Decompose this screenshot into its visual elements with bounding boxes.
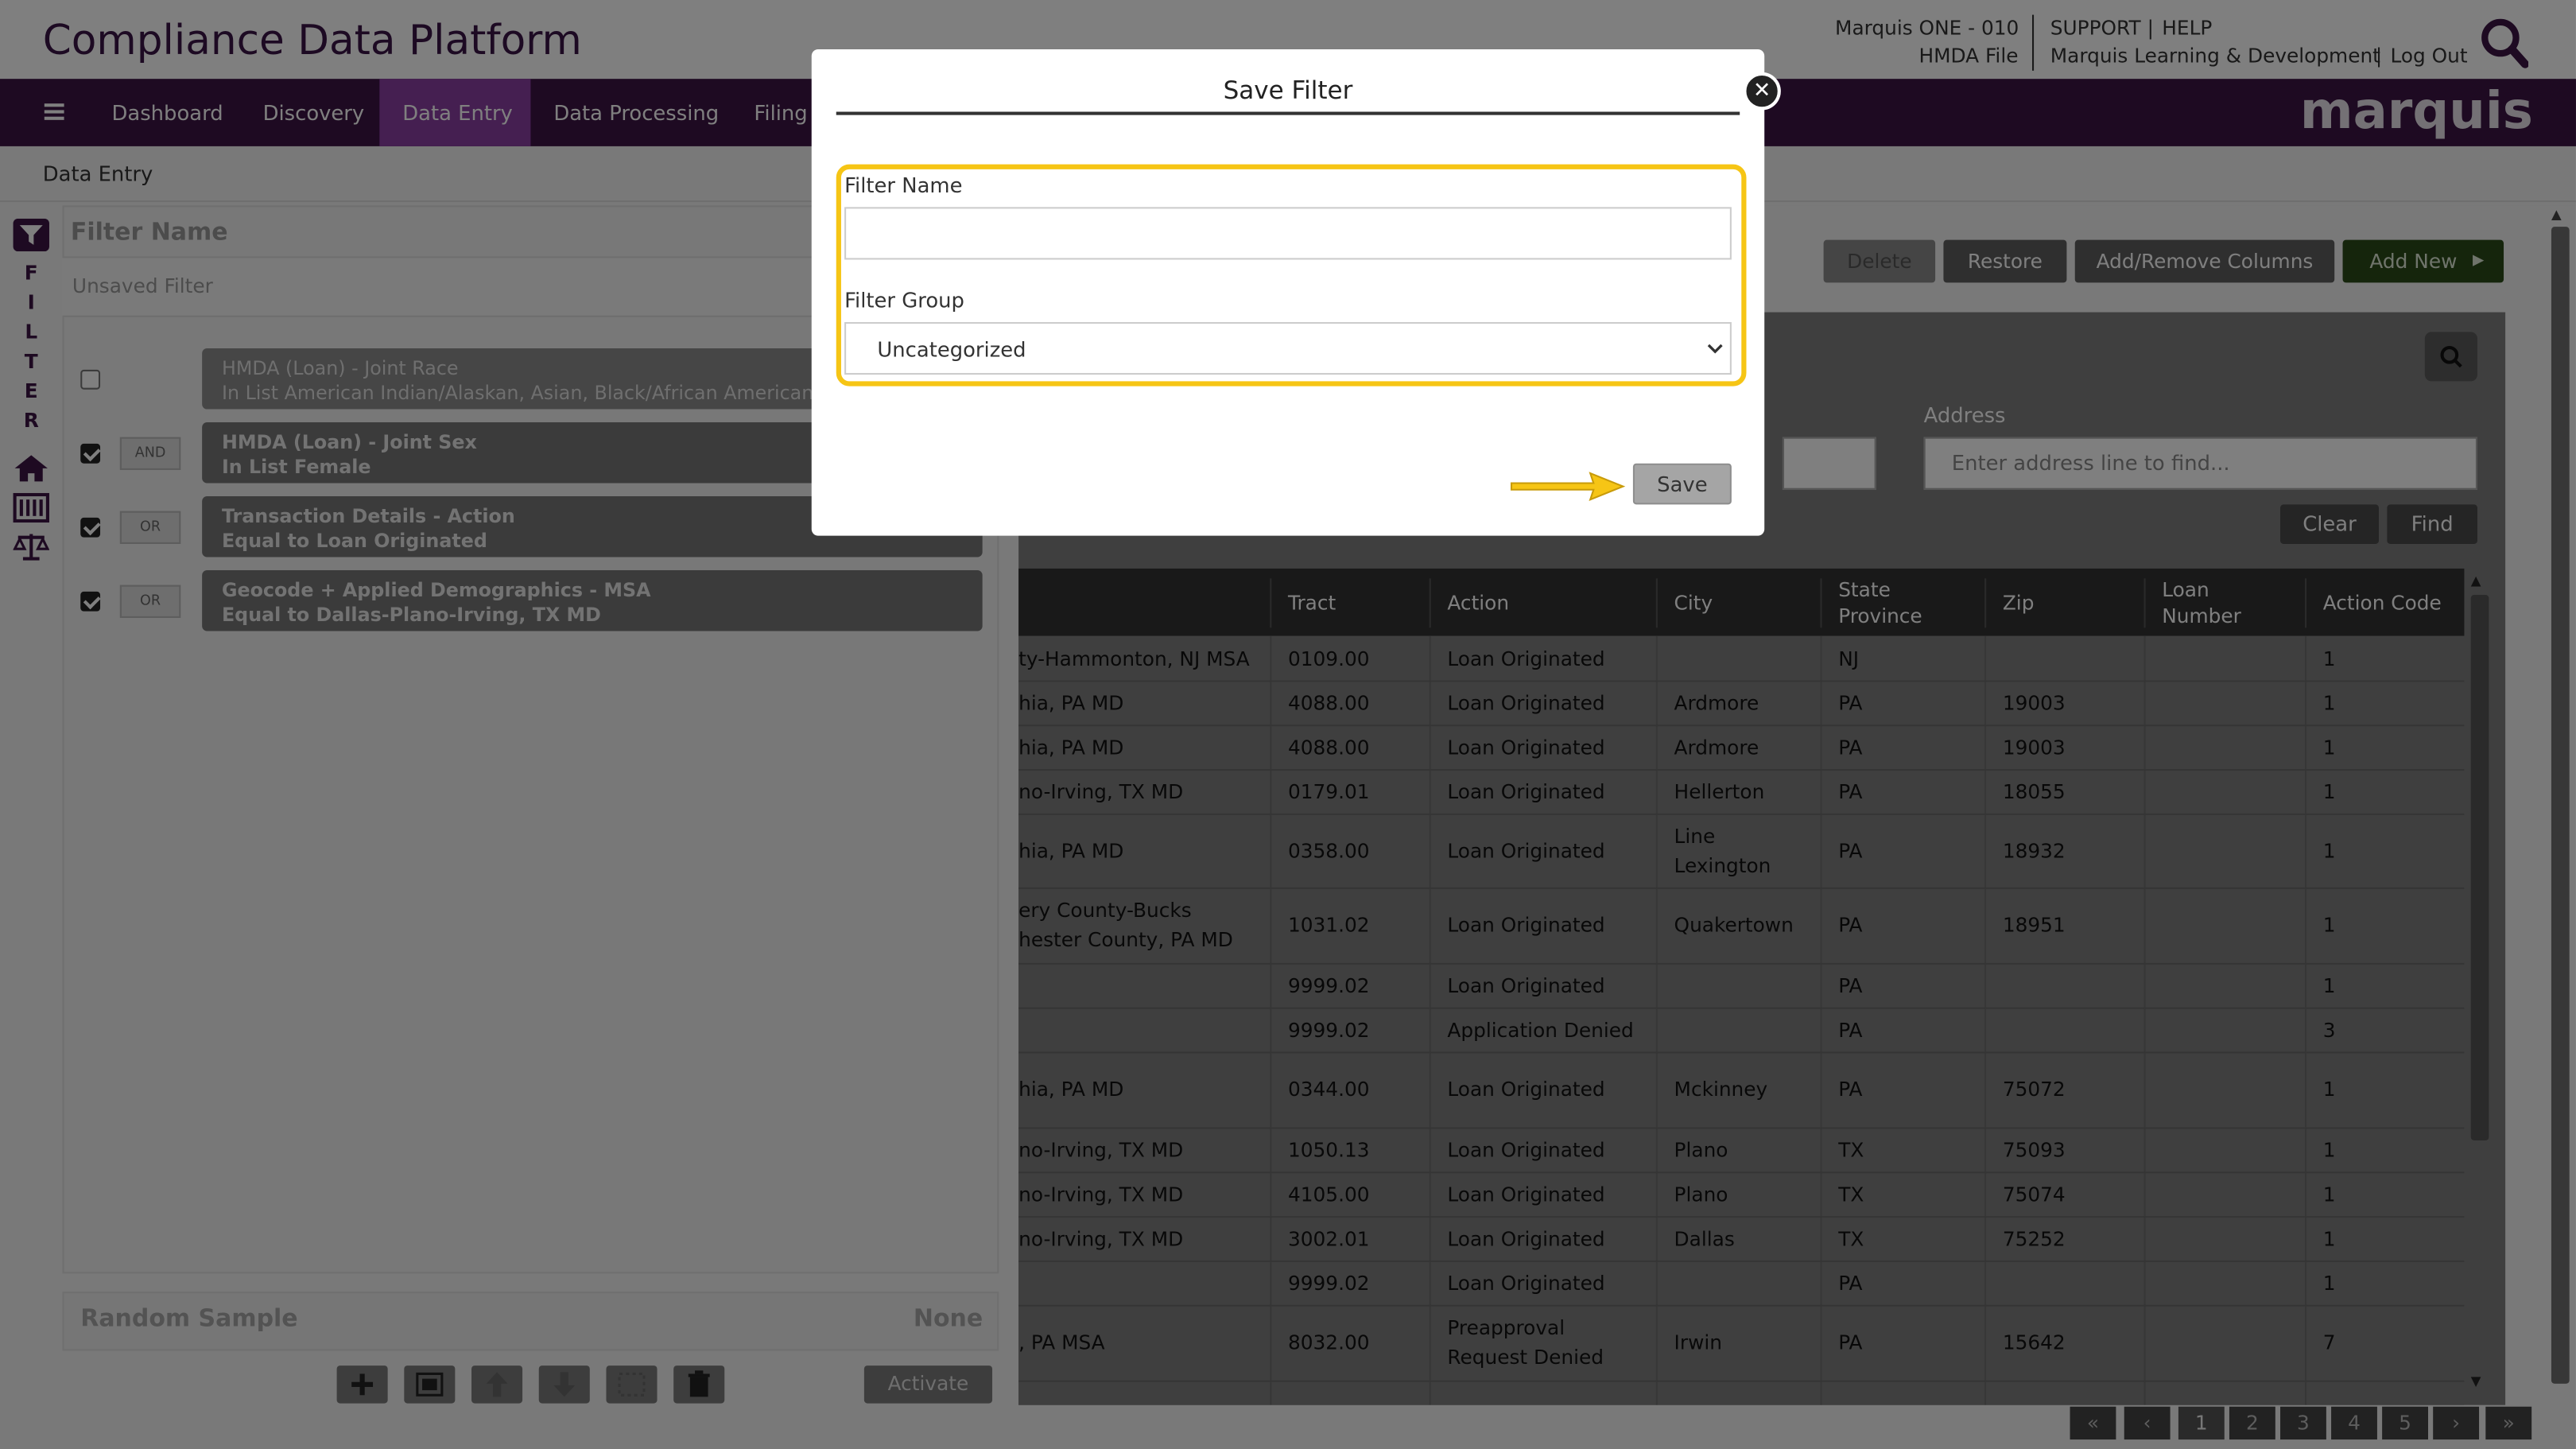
filter-group-value: Uncategorized bbox=[877, 336, 1026, 362]
arrow-right-icon bbox=[1510, 472, 1626, 501]
filter-name-input[interactable] bbox=[844, 207, 1732, 260]
save-button[interactable]: Save bbox=[1632, 463, 1732, 505]
dialog-title: Save Filter bbox=[1223, 76, 1353, 106]
close-icon[interactable]: ✕ bbox=[1743, 72, 1781, 111]
filter-group-label: Filter Group bbox=[844, 287, 964, 313]
filter-name-label: Filter Name bbox=[844, 172, 963, 197]
dialog-divider bbox=[836, 111, 1740, 115]
chevron-down-icon bbox=[1707, 344, 1723, 354]
